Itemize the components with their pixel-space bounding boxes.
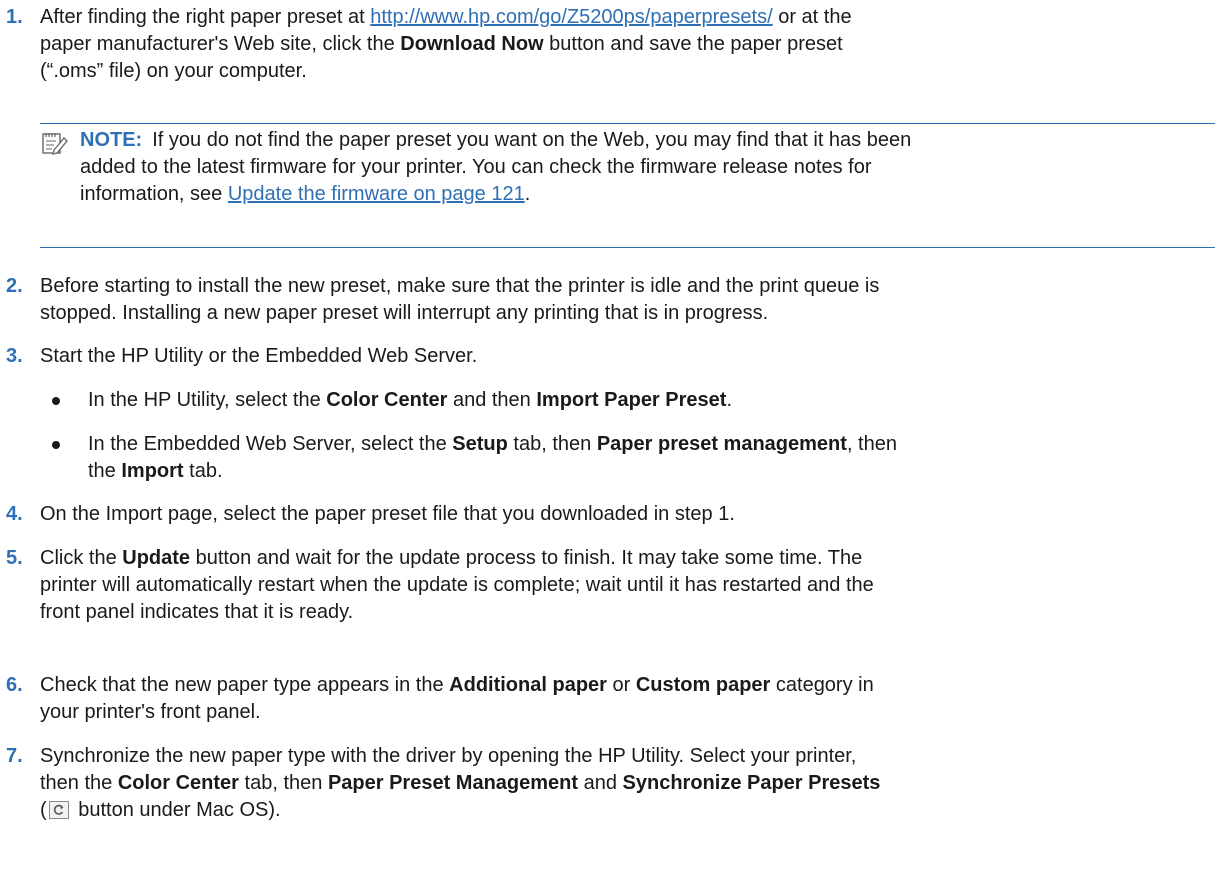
step-text: Before starting to install the new prese… <box>40 275 880 324</box>
synchronize-button-icon <box>48 801 69 819</box>
note-pad-icon <box>42 133 68 155</box>
update-firmware-link[interactable]: Update the firmware on page 121 <box>228 183 525 205</box>
step-text: After finding the right paper preset at … <box>40 6 852 82</box>
bullet-icon <box>52 397 60 405</box>
step-text: Check that the new paper type appears in… <box>40 674 874 723</box>
note-label: NOTE: <box>80 129 143 151</box>
step-text: Synchronize the new paper type with the … <box>40 745 881 821</box>
step-text: Click the Update button and wait for the… <box>40 547 874 623</box>
manual-page: 1. After finding the right paper preset … <box>0 0 1221 890</box>
note-text: NOTE: If you do not find the paper preset… <box>80 129 912 205</box>
divider <box>40 247 1215 248</box>
paper-presets-link[interactable]: http://www.hp.com/go/Z5200ps/paperpreset… <box>370 6 772 28</box>
bullet-icon <box>52 441 60 449</box>
step-text: Start the HP Utility or the Embedded Web… <box>40 345 478 367</box>
divider <box>40 123 1215 124</box>
step-text: On the Import page, select the paper pre… <box>40 503 735 525</box>
note-box: NOTE: If you do not find the paper preset… <box>40 123 1215 248</box>
